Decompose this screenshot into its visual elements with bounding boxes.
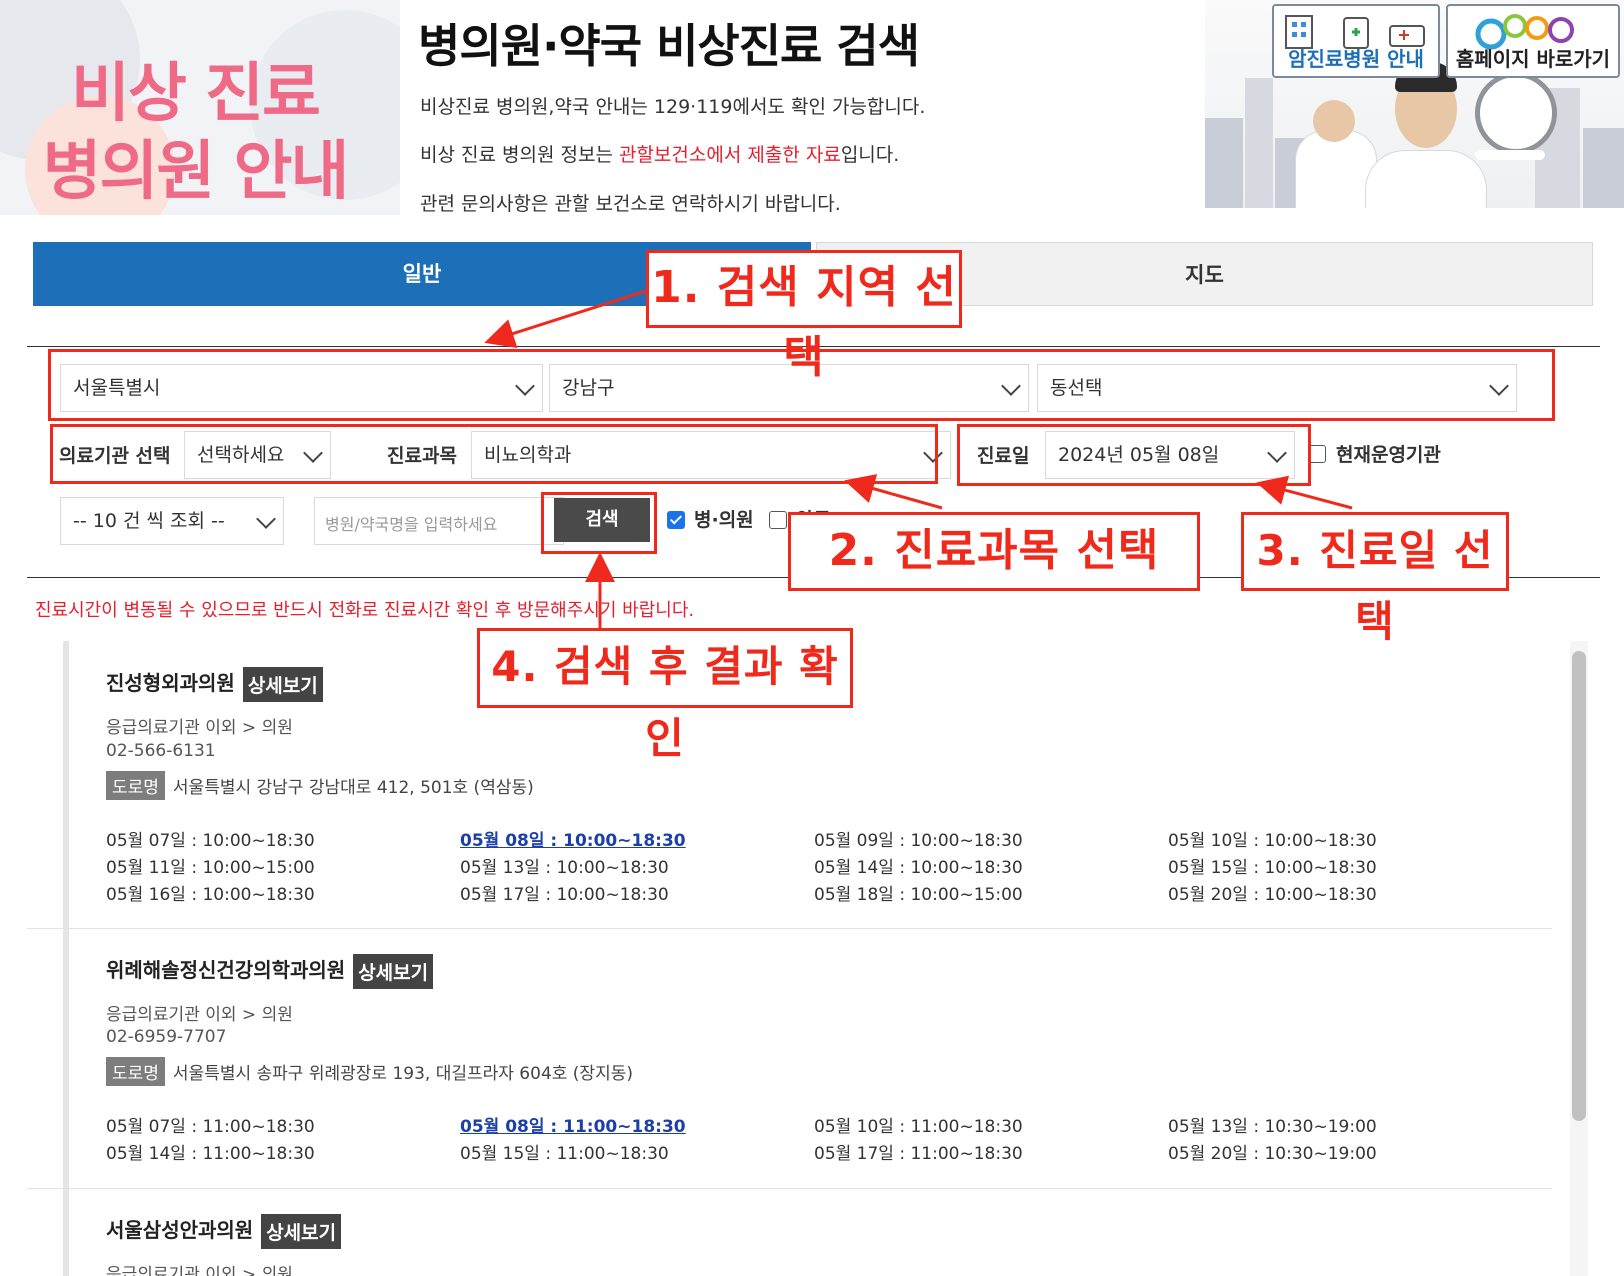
annotation-step-1: 1. 검색 지역 선택 (646, 250, 962, 383)
annotation-step-3: 3. 진료일 선택 (1241, 512, 1509, 646)
annotation-step-4: 4. 검색 후 결과 확인 (477, 628, 853, 763)
annotation-step-2: 2. 진료과목 선택 (788, 512, 1200, 591)
